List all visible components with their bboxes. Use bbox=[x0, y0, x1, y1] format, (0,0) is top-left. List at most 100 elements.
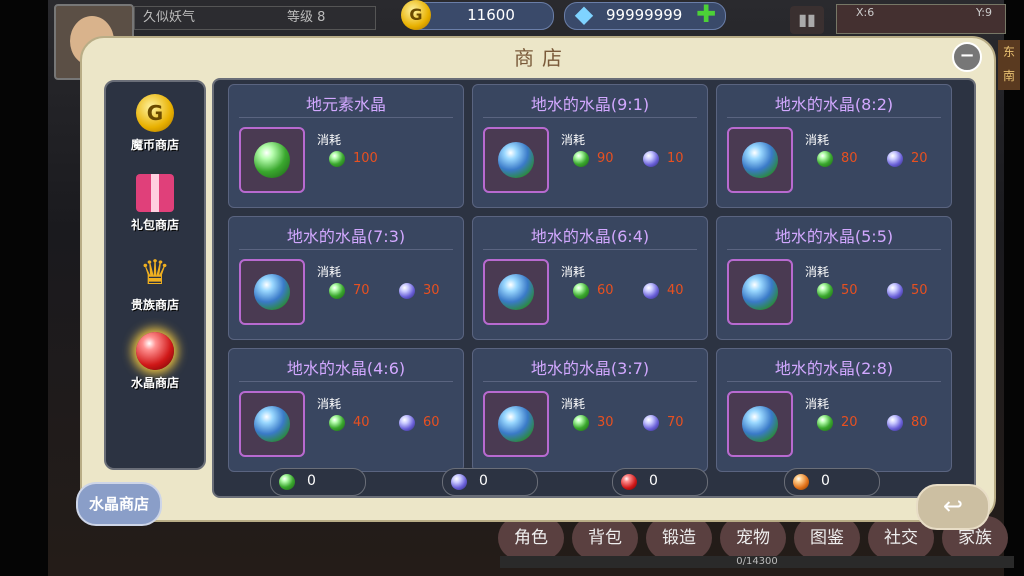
divider bbox=[727, 381, 941, 382]
close-button[interactable]: − bbox=[952, 42, 982, 72]
cost-label: 消耗 bbox=[805, 397, 830, 411]
cost-label: 消耗 bbox=[805, 265, 830, 279]
crystal-orb-icon bbox=[254, 142, 290, 178]
sidebar-item-gift-shop[interactable]: 礼包商店 bbox=[110, 168, 200, 242]
wind-crystal-count: 0 bbox=[784, 468, 880, 496]
earth-crystal-icon bbox=[329, 283, 345, 299]
earth-crystal-icon bbox=[573, 415, 589, 431]
shop-item-card[interactable]: 地水的水晶(5:5) 消耗 50 50 bbox=[716, 216, 952, 340]
map-y-coordinate: Y:9 bbox=[976, 6, 992, 19]
ranking-chart-icon[interactable]: ▮▮ bbox=[790, 6, 824, 34]
shop-item-card[interactable]: 地水的水晶(2:8) 消耗 20 80 bbox=[716, 348, 952, 472]
item-thumbnail[interactable] bbox=[239, 127, 305, 193]
earth-crystal-icon bbox=[573, 283, 589, 299]
menu-codex[interactable]: 图鉴 bbox=[794, 516, 860, 560]
left-letterbox bbox=[0, 0, 48, 576]
shop-item-card[interactable]: 地水的水晶(7:3) 消耗 70 30 bbox=[228, 216, 464, 340]
cost-value: 100 bbox=[353, 151, 378, 166]
earth-crystal-icon bbox=[279, 474, 295, 490]
item-thumbnail[interactable] bbox=[483, 127, 549, 193]
divider bbox=[727, 117, 941, 118]
item-thumbnail[interactable] bbox=[727, 259, 793, 325]
resource-value: 0 bbox=[307, 473, 316, 489]
crystal-orb-icon bbox=[742, 406, 778, 442]
menu-pet[interactable]: 宠物 bbox=[720, 516, 786, 560]
item-thumbnail[interactable] bbox=[483, 259, 549, 325]
cost-value: 60 bbox=[597, 283, 614, 298]
water-crystal-icon bbox=[887, 283, 903, 299]
cost-label: 消耗 bbox=[317, 265, 342, 279]
item-thumbnail[interactable] bbox=[483, 391, 549, 457]
resource-value: 0 bbox=[479, 473, 488, 489]
water-crystal-icon bbox=[643, 151, 659, 167]
compass-east: 东 bbox=[1002, 45, 1015, 59]
crystal-shop-tab-badge: 水晶商店 bbox=[76, 482, 162, 526]
cost-label: 消耗 bbox=[561, 397, 586, 411]
cost-label: 消耗 bbox=[317, 133, 342, 147]
cost-label: 消耗 bbox=[561, 265, 586, 279]
item-thumbnail[interactable] bbox=[727, 391, 793, 457]
item-name: 地元素水晶 bbox=[305, 95, 386, 114]
menu-forge[interactable]: 锻造 bbox=[646, 516, 712, 560]
water-crystal-icon bbox=[643, 415, 659, 431]
item-thumbnail[interactable] bbox=[239, 259, 305, 325]
cost-label: 消耗 bbox=[805, 133, 830, 147]
sidebar-item-label: 水晶商店 bbox=[130, 376, 179, 390]
sidebar-item-magic-coin-shop[interactable]: G 魔币商店 bbox=[110, 88, 200, 162]
cost-label: 消耗 bbox=[561, 133, 586, 147]
cost-value: 50 bbox=[841, 283, 858, 298]
earth-crystal-count: 0 bbox=[270, 468, 366, 496]
resource-value: 0 bbox=[821, 473, 830, 489]
diamond-value: 99999999 bbox=[606, 6, 683, 24]
item-name: 地水的水晶(4:6) bbox=[286, 359, 406, 378]
cost-value: 80 bbox=[911, 415, 928, 430]
cost-value: 10 bbox=[667, 151, 684, 166]
item-thumbnail[interactable] bbox=[239, 391, 305, 457]
sidebar-item-crystal-shop[interactable]: 水晶商店 bbox=[110, 326, 200, 400]
shop-item-card[interactable]: 地元素水晶消耗 100 bbox=[228, 84, 464, 208]
shop-item-card[interactable]: 地水的水晶(3:7) 消耗 30 70 bbox=[472, 348, 708, 472]
player-info-bar: 久似妖气 等级 8 bbox=[134, 6, 376, 30]
cost-value: 90 bbox=[597, 151, 614, 166]
water-crystal-icon bbox=[399, 415, 415, 431]
back-button[interactable]: ↩ bbox=[916, 484, 990, 530]
shop-window: 商店 − G 魔币商店 礼包商店 ♛ 贵族商店 水晶商店 地元素水晶 消耗 100 地… bbox=[76, 36, 996, 530]
add-diamond-button[interactable]: ✚ bbox=[694, 2, 718, 26]
sidebar-item-label: 贵族商店 bbox=[130, 298, 179, 312]
cost-label: 消耗 bbox=[317, 397, 342, 411]
water-crystal-icon bbox=[887, 415, 903, 431]
crystal-orb-icon bbox=[498, 274, 534, 310]
earth-crystal-icon bbox=[329, 415, 345, 431]
crystal-orb-icon bbox=[498, 406, 534, 442]
menu-bag[interactable]: 背包 bbox=[572, 516, 638, 560]
item-name: 地水的水晶(9:1) bbox=[530, 95, 650, 114]
item-name: 地水的水晶(2:8) bbox=[774, 359, 894, 378]
crystal-orb-icon bbox=[742, 142, 778, 178]
cost-value: 80 bbox=[841, 151, 858, 166]
item-name: 地水的水晶(5:5) bbox=[774, 227, 894, 246]
menu-character[interactable]: 角色 bbox=[498, 516, 564, 560]
shop-item-card[interactable]: 地水的水晶(6:4) 消耗 60 40 bbox=[472, 216, 708, 340]
crystal-orb-icon bbox=[498, 142, 534, 178]
earth-crystal-icon bbox=[817, 415, 833, 431]
player-name: 久似妖气 bbox=[143, 10, 196, 25]
cost-value: 60 bbox=[423, 415, 440, 430]
gold-coin-icon: G bbox=[401, 0, 431, 30]
cost-value: 40 bbox=[667, 283, 684, 298]
fire-crystal-icon bbox=[621, 474, 637, 490]
cost-value: 20 bbox=[911, 151, 928, 166]
shop-item-card[interactable]: 地水的水晶(8:2) 消耗 80 20 bbox=[716, 84, 952, 208]
divider bbox=[239, 249, 453, 250]
water-crystal-count: 0 bbox=[442, 468, 538, 496]
sidebar-item-noble-shop[interactable]: ♛ 贵族商店 bbox=[110, 248, 200, 322]
crystal-item-grid: 地元素水晶 消耗 100 地水的水晶(9:1) 消耗 90 10 地水的水晶(8:2) 消耗 80… bbox=[212, 78, 976, 498]
map-x-coordinate: X:6 bbox=[856, 6, 875, 19]
cost-value: 50 bbox=[911, 283, 928, 298]
shop-item-card[interactable]: 地水的水晶(9:1) 消耗 90 10 bbox=[472, 84, 708, 208]
earth-crystal-icon bbox=[817, 151, 833, 167]
divider bbox=[483, 117, 697, 118]
item-thumbnail[interactable] bbox=[727, 127, 793, 193]
shop-item-card[interactable]: 地水的水晶(4:6) 消耗 40 60 bbox=[228, 348, 464, 472]
diamond-icon: ◆ bbox=[574, 0, 594, 28]
cost-value: 30 bbox=[423, 283, 440, 298]
